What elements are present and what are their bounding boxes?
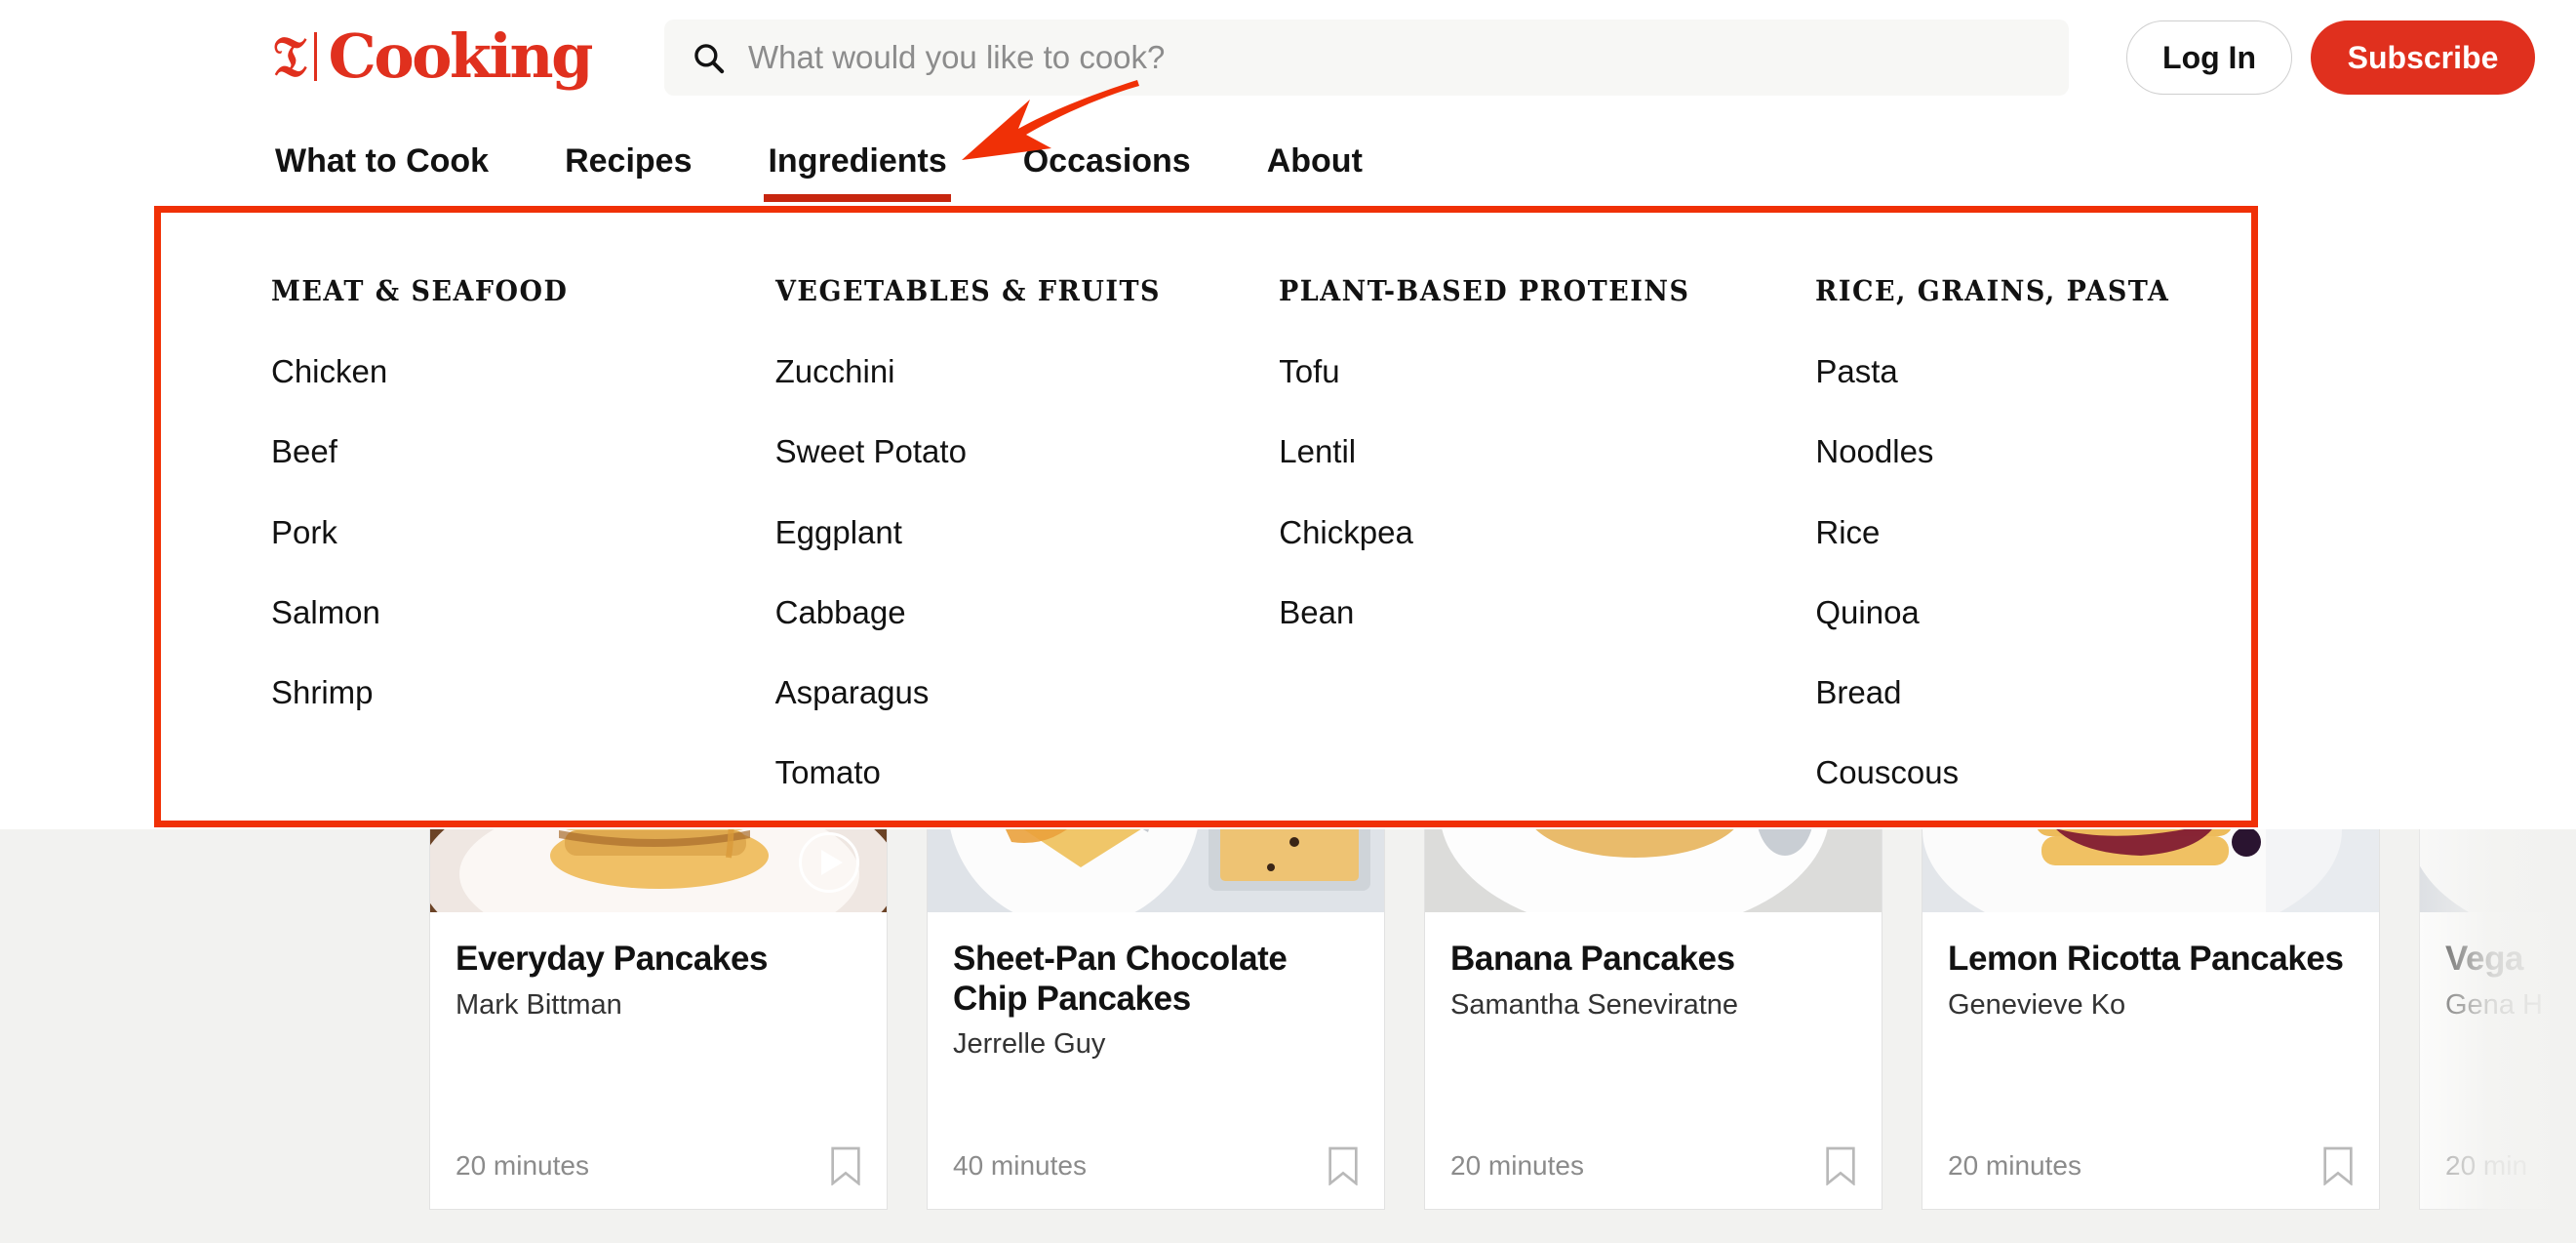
bookmark-icon[interactable] [1825, 1146, 1856, 1185]
recipe-author: Samantha Seneviratne [1450, 988, 1739, 1021]
header-top-bar: 𝔗 Cooking Log In Subscribe [0, 0, 2576, 117]
recipe-time: 20 min [2445, 1150, 2528, 1181]
nav-item-what-to-cook[interactable]: What to Cook [271, 117, 493, 202]
dropdown-columns: MEAT & SEAFOOD Chicken Beef Pork Salmon … [271, 208, 2319, 836]
search-icon [694, 44, 725, 74]
dropdown-heading: VEGETABLES & FRUITS [774, 274, 1161, 307]
recipe-title[interactable]: Vega [2445, 940, 2576, 980]
dropdown-link-lentil[interactable]: Lentil [1279, 433, 1815, 469]
logo-divider [314, 32, 318, 81]
recipe-title[interactable]: Sheet-Pan Chocolate Chip Pancakes [953, 940, 1359, 1019]
dropdown-link-rice[interactable]: Rice [1815, 514, 2319, 550]
dropdown-link-asparagus[interactable]: Asparagus [775, 674, 1280, 710]
ingredients-dropdown-panel: MEAT & SEAFOOD Chicken Beef Pork Salmon … [0, 208, 2576, 829]
dropdown-link-pasta[interactable]: Pasta [1815, 353, 2319, 389]
search-bar[interactable] [664, 20, 2069, 96]
bookmark-icon[interactable] [1328, 1146, 1359, 1185]
recipe-card-body: Banana Pancakes Samantha Seneviratne 20 … [1425, 912, 1882, 1209]
bookmark-icon[interactable] [2322, 1146, 2354, 1185]
recipe-title[interactable]: Everyday Pancakes [456, 940, 861, 980]
site-header: 𝔗 Cooking Log In Subscribe What to Cook … [0, 0, 2576, 208]
nav-item-occasions[interactable]: Occasions [1019, 117, 1195, 202]
recipe-card-footer: 40 minutes [953, 1146, 1359, 1185]
recipe-author: Jerrelle Guy [953, 1028, 1106, 1061]
search-input[interactable] [748, 33, 1997, 82]
recipe-card-footer: 20 minutes [1948, 1146, 2354, 1185]
dropdown-heading: PLANT-BASED PROTEINS [1279, 274, 1690, 307]
dropdown-link-tomato[interactable]: Tomato [775, 755, 1280, 791]
nav-item-recipes[interactable]: Recipes [561, 117, 695, 202]
dropdown-link-salmon[interactable]: Salmon [271, 594, 775, 630]
play-triangle [821, 850, 843, 875]
nyt-t-icon: 𝔗 [273, 23, 306, 90]
primary-nav: What to Cook Recipes Ingredients Occasio… [0, 117, 2576, 208]
dropdown-link-tofu[interactable]: Tofu [1279, 353, 1815, 389]
subscribe-button[interactable]: Subscribe [2311, 20, 2535, 95]
recipe-card-body: Vega Gena H 20 min [2420, 912, 2576, 1209]
dropdown-link-zucchini[interactable]: Zucchini [775, 353, 1280, 389]
dropdown-column-rice-grains-pasta: RICE, GRAINS, PASTA Pasta Noodles Rice Q… [1815, 208, 2319, 836]
bookmark-icon[interactable] [830, 1146, 861, 1185]
recipe-time: 20 minutes [1948, 1150, 2081, 1181]
recipe-card-body: Lemon Ricotta Pancakes Genevieve Ko 20 m… [1922, 912, 2379, 1209]
dropdown-heading: RICE, GRAINS, PASTA [1815, 274, 2170, 307]
nav-item-about[interactable]: About [1263, 117, 1367, 202]
dropdown-link-sweet-potato[interactable]: Sweet Potato [775, 433, 1280, 469]
dropdown-link-couscous[interactable]: Couscous [1815, 755, 2319, 791]
dropdown-link-eggplant[interactable]: Eggplant [775, 514, 1280, 550]
dropdown-link-bean[interactable]: Bean [1279, 594, 1815, 630]
recipe-time: 40 minutes [953, 1150, 1087, 1181]
recipe-author: Mark Bittman [456, 988, 622, 1021]
nyt-cooking-page: 𝔗 Cooking Log In Subscribe What to Cook … [0, 0, 2576, 1243]
recipe-card-footer: 20 min [2445, 1146, 2576, 1185]
dropdown-column-vegetables-fruits: VEGETABLES & FRUITS Zucchini Sweet Potat… [775, 208, 1280, 836]
recipe-card-footer: 20 minutes [456, 1146, 861, 1185]
dropdown-link-chickpea[interactable]: Chickpea [1279, 514, 1815, 550]
recipe-card-footer: 20 minutes [1450, 1146, 1856, 1185]
recipe-author: Gena H [2445, 988, 2543, 1021]
recipe-time: 20 minutes [456, 1150, 589, 1181]
dropdown-link-quinoa[interactable]: Quinoa [1815, 594, 2319, 630]
dropdown-column-plant-based-proteins: PLANT-BASED PROTEINS Tofu Lentil Chickpe… [1279, 208, 1815, 836]
dropdown-column-meat-seafood: MEAT & SEAFOOD Chicken Beef Pork Salmon … [271, 208, 775, 836]
dropdown-link-cabbage[interactable]: Cabbage [775, 594, 1280, 630]
dropdown-link-pork[interactable]: Pork [271, 514, 775, 550]
recipe-title[interactable]: Lemon Ricotta Pancakes [1948, 940, 2354, 980]
recipe-title[interactable]: Banana Pancakes [1450, 940, 1856, 980]
nyt-cooking-logo[interactable]: 𝔗 Cooking [271, 20, 593, 92]
dropdown-link-beef[interactable]: Beef [271, 433, 775, 469]
logo-wordmark: Cooking [328, 20, 593, 92]
dropdown-link-chicken[interactable]: Chicken [271, 353, 775, 389]
recipe-card-body: Everyday Pancakes Mark Bittman 20 minute… [430, 912, 887, 1209]
recipe-author: Genevieve Ko [1948, 988, 2126, 1021]
play-icon[interactable] [799, 832, 859, 893]
dropdown-link-bread[interactable]: Bread [1815, 674, 2319, 710]
dropdown-link-noodles[interactable]: Noodles [1815, 433, 2319, 469]
dropdown-heading: MEAT & SEAFOOD [271, 274, 569, 307]
recipe-time: 20 minutes [1450, 1150, 1584, 1181]
dropdown-link-shrimp[interactable]: Shrimp [271, 674, 775, 710]
login-button[interactable]: Log In [2126, 20, 2292, 95]
nav-item-ingredients[interactable]: Ingredients [764, 117, 951, 202]
recipe-card-body: Sheet-Pan Chocolate Chip Pancakes Jerrel… [928, 912, 1384, 1209]
